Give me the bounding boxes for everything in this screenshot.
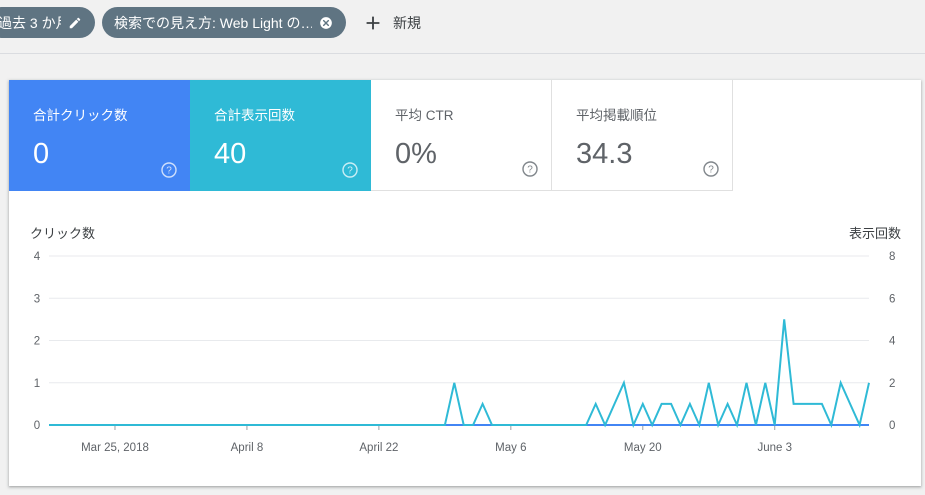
date-filter-chip[interactable]: 過去 3 か月間 bbox=[0, 7, 95, 38]
remove-filter-icon[interactable] bbox=[318, 15, 334, 31]
y-left-tick-label: 2 bbox=[34, 336, 40, 348]
new-filter-button[interactable]: 新規 bbox=[362, 7, 421, 38]
right-axis-title: 表示回数 bbox=[849, 226, 901, 241]
y-left-tick-label: 0 bbox=[34, 420, 40, 432]
y-right-tick-label: 6 bbox=[889, 293, 895, 305]
edit-icon[interactable] bbox=[67, 15, 83, 31]
impressions-series-line bbox=[49, 319, 870, 429]
performance-chart: クリック数 表示回数 0 1 2 3 4 0 2 4 6 8 Mar 25, 2018 April 8 Ap… bbox=[30, 226, 901, 454]
x-tick-label: May 20 bbox=[624, 442, 662, 454]
y-left-tick-label: 1 bbox=[34, 378, 40, 390]
search-appearance-filter-label: 検索での見え方: Web Light の… bbox=[114, 14, 312, 31]
plus-icon bbox=[366, 16, 380, 29]
y-left-tick-label: 4 bbox=[34, 251, 41, 263]
date-filter-label: 過去 3 か月間 bbox=[0, 14, 61, 31]
x-tick-label: Mar 25, 2018 bbox=[81, 442, 149, 454]
y-right-tick-label: 8 bbox=[889, 251, 895, 263]
x-tick-label: June 3 bbox=[757, 442, 792, 454]
x-tick-label: April 22 bbox=[359, 442, 398, 454]
y-right-tick-label: 0 bbox=[889, 420, 895, 432]
y-left-tick-label: 3 bbox=[34, 293, 40, 305]
left-axis-title: クリック数 bbox=[30, 226, 95, 241]
x-tick-label: May 6 bbox=[495, 442, 526, 454]
filter-bar: 過去 3 か月間 検索での見え方: Web Light の… 新規 bbox=[0, 0, 925, 54]
y-right-tick-label: 4 bbox=[889, 336, 896, 348]
x-tick-label: April 8 bbox=[231, 442, 264, 454]
new-filter-label: 新規 bbox=[393, 14, 421, 31]
performance-card: 合計クリック数 0 ? 合計表示回数 40 ? 平均 CTR 0% ? 平均掲載… bbox=[9, 80, 921, 486]
y-right-tick-label: 2 bbox=[889, 378, 895, 390]
search-appearance-filter-chip[interactable]: 検索での見え方: Web Light の… bbox=[102, 7, 346, 38]
